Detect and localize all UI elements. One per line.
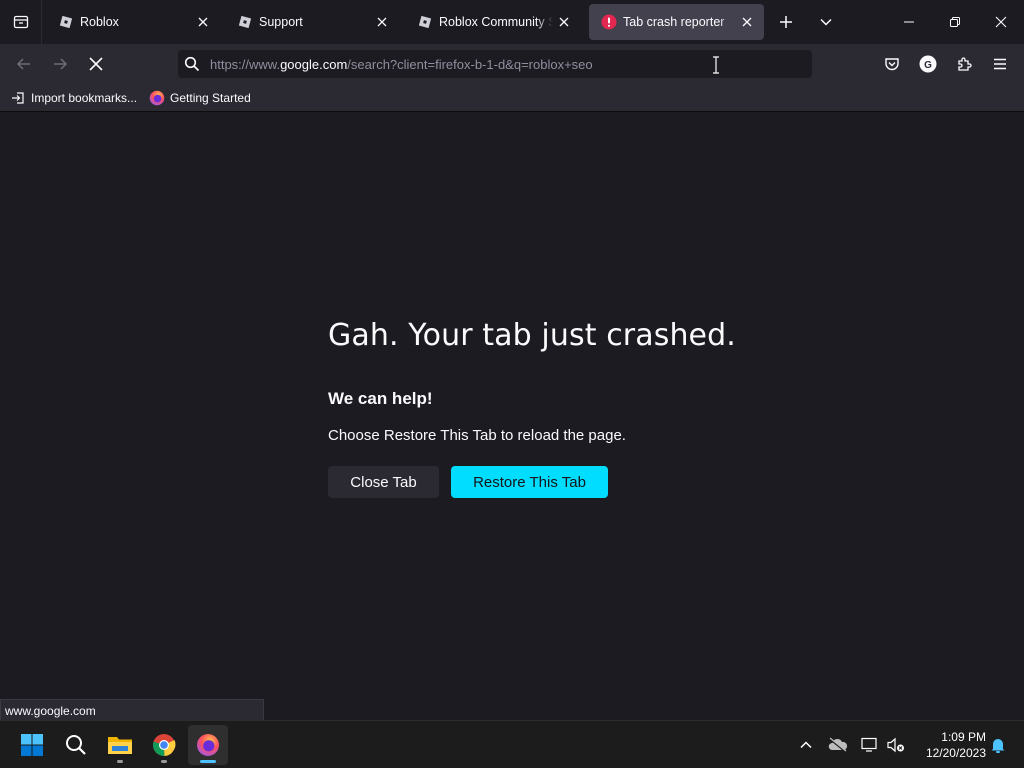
stop-icon <box>89 57 103 71</box>
crash-actions: Close Tab Restore This Tab <box>328 466 748 498</box>
account-button[interactable]: G <box>912 48 944 80</box>
tab-label: Roblox Community Standards <box>439 15 553 29</box>
tab-roblox[interactable]: Roblox <box>46 4 220 40</box>
page-content: Gah. Your tab just crashed. We can help!… <box>0 112 1024 720</box>
puzzle-piece-icon <box>958 57 972 71</box>
svg-text:G: G <box>924 60 932 71</box>
url-host: google.com <box>280 56 348 72</box>
search-icon <box>66 735 86 755</box>
crash-panel: Gah. Your tab just crashed. We can help!… <box>328 318 748 498</box>
show-hidden-icons-button[interactable] <box>794 733 818 757</box>
clock-time: 1:09 PM <box>941 730 986 744</box>
crash-title: Gah. Your tab just crashed. <box>328 318 736 353</box>
close-window-button[interactable] <box>978 0 1024 44</box>
chrome-button[interactable] <box>144 725 184 765</box>
volume-button[interactable] <box>884 733 908 757</box>
folder-icon <box>108 737 132 754</box>
notifications-button[interactable] <box>986 733 1010 757</box>
roblox-icon <box>58 14 74 30</box>
close-tab-icon[interactable] <box>553 11 575 33</box>
back-button[interactable] <box>8 48 40 80</box>
clock-date: 12/20/2023 <box>925 746 986 760</box>
restore-tab-button[interactable]: Restore This Tab <box>451 466 608 498</box>
firefox-view-button[interactable] <box>0 0 42 44</box>
bookmark-label: Getting Started <box>170 90 251 105</box>
import-icon <box>10 90 26 106</box>
url-text[interactable]: https://www.google.com/search?client=fir… <box>210 57 593 72</box>
firefox-icon <box>149 90 165 106</box>
close-icon <box>995 16 1007 28</box>
chrome-icon <box>152 734 176 757</box>
pocket-icon <box>885 58 899 71</box>
bell-icon <box>991 739 1005 753</box>
tab-strip: Roblox Support Roblox Community Standard… <box>0 0 1024 44</box>
running-indicator <box>117 760 123 763</box>
minimize-icon <box>904 21 914 23</box>
close-tab-button[interactable]: Close Tab <box>328 466 439 498</box>
hamburger-menu-icon <box>994 58 1006 70</box>
running-indicator <box>161 760 167 763</box>
bookmark-getting-started[interactable]: Getting Started <box>149 90 251 106</box>
chevron-up-icon <box>800 741 812 749</box>
tab-support[interactable]: Support <box>225 4 399 40</box>
back-arrow-icon <box>16 58 30 70</box>
restore-window-icon <box>950 17 960 27</box>
chevron-down-icon <box>820 18 832 26</box>
tab-crash-reporter[interactable]: Tab crash reporter <box>589 4 764 40</box>
stop-button[interactable] <box>80 48 112 80</box>
speaker-muted-icon <box>887 737 904 753</box>
bookmarks-toolbar: Import bookmarks... Getting Started <box>0 84 1024 112</box>
url-prefix: https://www. <box>210 56 281 72</box>
list-all-tabs-button[interactable] <box>808 4 844 40</box>
windows-logo-icon <box>21 734 43 756</box>
crash-message: Choose Restore This Tab to reload the pa… <box>328 427 626 444</box>
taskbar: 1:09 PM 12/20/2023 <box>0 720 1024 768</box>
clock[interactable]: 1:09 PM 12/20/2023 <box>912 729 986 761</box>
network-disconnected-icon <box>861 737 877 752</box>
tab-roblox-community[interactable]: Roblox Community Standards <box>405 4 581 40</box>
status-panel: www.google.com <box>0 699 264 721</box>
app-menu-button[interactable] <box>984 48 1016 80</box>
cloud-offline-icon <box>828 737 848 753</box>
navigation-toolbar: https://www.google.com/search?client=fir… <box>0 44 1024 84</box>
onedrive-button[interactable] <box>826 733 850 757</box>
roblox-icon <box>417 14 433 30</box>
text-cursor-icon <box>713 56 719 74</box>
forward-arrow-icon <box>54 58 68 70</box>
network-button[interactable] <box>858 733 882 757</box>
account-avatar-icon: G <box>919 55 937 73</box>
crash-warning-icon <box>601 14 617 30</box>
roblox-icon <box>237 14 253 30</box>
firefox-view-icon <box>13 15 28 29</box>
firefox-button[interactable] <box>188 725 228 765</box>
close-tab-icon[interactable] <box>371 11 393 33</box>
forward-button[interactable] <box>44 48 76 80</box>
search-icon <box>178 50 206 78</box>
close-tab-icon[interactable] <box>736 11 758 33</box>
tab-label: Tab crash reporter <box>623 15 725 29</box>
extensions-button[interactable] <box>948 48 980 80</box>
restore-window-button[interactable] <box>932 0 978 44</box>
plus-icon <box>780 16 792 28</box>
start-button[interactable] <box>12 725 52 765</box>
url-path: /search?client=firefox-b-1-d&q=roblox+se… <box>347 56 593 72</box>
tab-label: Support <box>259 15 303 29</box>
minimize-button[interactable] <box>886 0 932 44</box>
active-indicator <box>200 760 216 763</box>
new-tab-button[interactable] <box>768 4 804 40</box>
firefox-icon <box>197 734 219 756</box>
bookmark-import[interactable]: Import bookmarks... <box>10 90 137 106</box>
crash-subtitle: We can help! <box>328 389 433 408</box>
file-explorer-button[interactable] <box>100 725 140 765</box>
close-tab-icon[interactable] <box>192 11 214 33</box>
search-taskbar-button[interactable] <box>56 725 96 765</box>
pocket-button[interactable] <box>876 48 908 80</box>
tab-label: Roblox <box>80 15 119 29</box>
bookmark-label: Import bookmarks... <box>31 90 138 105</box>
